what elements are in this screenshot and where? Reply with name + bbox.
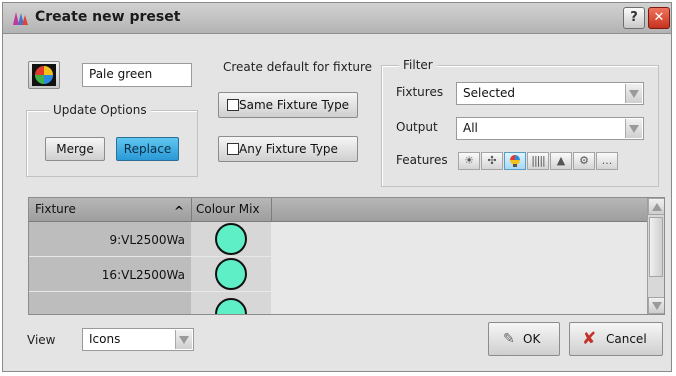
table-row[interactable] — [29, 292, 191, 314]
chevron-down-icon[interactable] — [625, 84, 642, 103]
sort-ascending-icon[interactable]: ^ — [174, 204, 184, 218]
any-fixture-type-button[interactable]: Any Fixture Type — [218, 136, 358, 162]
colour-icon[interactable] — [504, 152, 526, 170]
position-icon[interactable]: ✣ — [481, 152, 503, 170]
cancel-icon: ✘ — [582, 329, 597, 349]
colour-wheel-icon — [32, 64, 56, 86]
column-header-colour-mix[interactable]: Colour Mix — [196, 202, 260, 216]
preset-icon-button[interactable] — [28, 61, 60, 89]
colour-swatch — [215, 223, 247, 255]
output-dropdown[interactable]: All — [456, 117, 644, 140]
header-divider — [191, 198, 192, 221]
window-title: Create new preset — [35, 9, 181, 25]
merge-button[interactable]: Merge — [45, 137, 105, 161]
fixture-name: 9:VL2500Wa — [109, 233, 185, 247]
scroll-down-icon[interactable] — [648, 297, 664, 314]
scroll-up-icon[interactable] — [648, 198, 664, 215]
update-options-legend: Update Options — [49, 103, 151, 117]
chevron-down-icon[interactable] — [175, 330, 192, 349]
view-dropdown-value: Icons — [89, 332, 121, 346]
gobo-icon[interactable]: ||||| — [527, 152, 549, 170]
fixtures-dropdown-value: Selected — [463, 86, 516, 100]
cancel-label: Cancel — [606, 332, 647, 346]
table-scrollbar[interactable] — [647, 198, 664, 314]
fixture-name: 16:VL2500Wa — [101, 268, 185, 282]
preset-name-input[interactable]: Pale green — [82, 63, 192, 87]
beam-icon[interactable]: ▲ — [550, 152, 572, 170]
colour-mix-cell[interactable] — [191, 292, 271, 314]
column-header-fixture[interactable]: Fixture — [35, 202, 76, 216]
same-fixture-type-label: Same Fixture Type — [239, 98, 350, 112]
table-row[interactable]: 16:VL2500Wa — [29, 257, 191, 291]
ok-label: OK — [523, 332, 541, 346]
scrollbar-thumb[interactable] — [649, 217, 663, 277]
same-fixture-type-button[interactable]: Same Fixture Type — [218, 92, 358, 118]
output-label: Output — [396, 120, 438, 134]
create-preset-dialog: Create new preset ? ✕ Pale green Update … — [2, 2, 672, 372]
effects-icon[interactable]: ⚙ — [573, 152, 595, 170]
view-dropdown[interactable]: Icons — [82, 328, 194, 351]
any-fixture-type-checkbox[interactable] — [227, 143, 239, 155]
colour-bulb-icon — [510, 155, 520, 167]
title-bar[interactable]: Create new preset ? ✕ — [3, 3, 671, 34]
close-button[interactable]: ✕ — [648, 7, 670, 29]
features-label: Features — [396, 153, 448, 167]
any-fixture-type-label: Any Fixture Type — [239, 142, 338, 156]
create-default-label: Create default for fixture — [223, 60, 373, 74]
table-row[interactable]: 9:VL2500Wa — [29, 222, 191, 256]
colour-swatch — [215, 258, 247, 290]
ok-icon: ✎ — [503, 331, 515, 347]
fixtures-dropdown[interactable]: Selected — [456, 82, 644, 105]
more-icon[interactable]: ... — [596, 152, 618, 170]
colour-swatch — [215, 298, 247, 314]
fixtures-label: Fixtures — [396, 85, 444, 99]
fixture-table: Fixture ^ Colour Mix 9:VL2500Wa 16:VL250… — [28, 197, 665, 315]
colour-mix-cell[interactable] — [191, 222, 271, 256]
filter-legend: Filter — [399, 58, 437, 72]
header-divider — [271, 198, 272, 221]
cancel-button[interactable]: ✘ Cancel — [569, 322, 663, 356]
output-dropdown-value: All — [463, 121, 478, 135]
colour-mix-cell[interactable] — [191, 257, 271, 291]
view-label: View — [27, 333, 56, 347]
help-button[interactable]: ? — [623, 7, 645, 29]
app-icon — [13, 12, 28, 25]
table-header: Fixture ^ Colour Mix — [29, 198, 647, 222]
same-fixture-type-checkbox[interactable] — [227, 99, 239, 111]
dimmer-icon[interactable]: ☀ — [458, 152, 480, 170]
ok-button[interactable]: ✎ OK — [488, 322, 560, 356]
replace-button[interactable]: Replace — [116, 137, 179, 161]
chevron-down-icon[interactable] — [625, 119, 642, 138]
